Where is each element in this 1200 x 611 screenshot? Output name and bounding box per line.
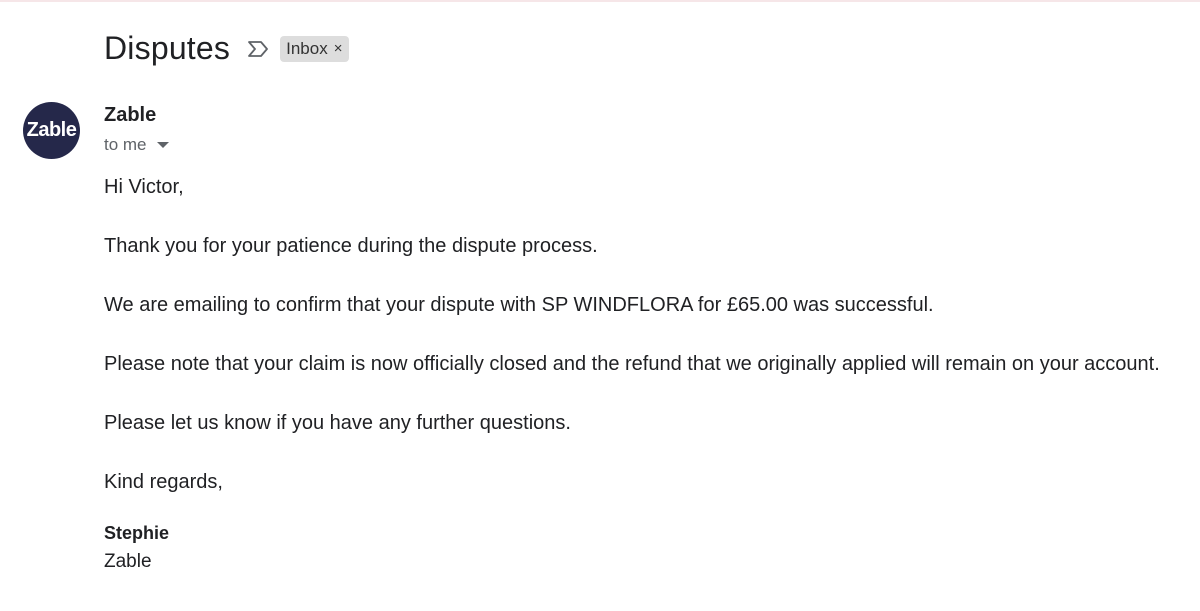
avatar[interactable]: Zable [23, 102, 80, 159]
email-body-line: Thank you for your patience during the d… [104, 235, 598, 257]
email-body-line: Please let us know if you have any furth… [104, 412, 571, 434]
email-greeting: Hi Victor, [104, 176, 184, 198]
avatar-text: Zable [26, 119, 77, 141]
recipient-dropdown[interactable]: to me [104, 135, 169, 155]
signature-name: Stephie [104, 523, 170, 543]
importance-marker-icon[interactable] [246, 37, 270, 61]
inbox-label-chip: Inbox × [280, 35, 350, 62]
inbox-label-text: Inbox [286, 38, 328, 58]
email-closing: Kind regards, [104, 471, 223, 493]
email-body-line: We are emailing to confirm that your dis… [104, 294, 934, 316]
remove-label-icon[interactable]: × [334, 40, 343, 57]
email-subject-header: Disputes Inbox × [104, 30, 350, 67]
recipient-text: to me [104, 135, 147, 154]
subject-title: Disputes [104, 30, 231, 66]
chevron-down-icon[interactable] [156, 142, 169, 148]
signature-company: Zable [104, 551, 152, 572]
email-body-line: Please note that your claim is now offic… [104, 353, 1160, 375]
sender-name[interactable]: Zable [104, 104, 156, 127]
top-divider [0, 0, 1200, 2]
